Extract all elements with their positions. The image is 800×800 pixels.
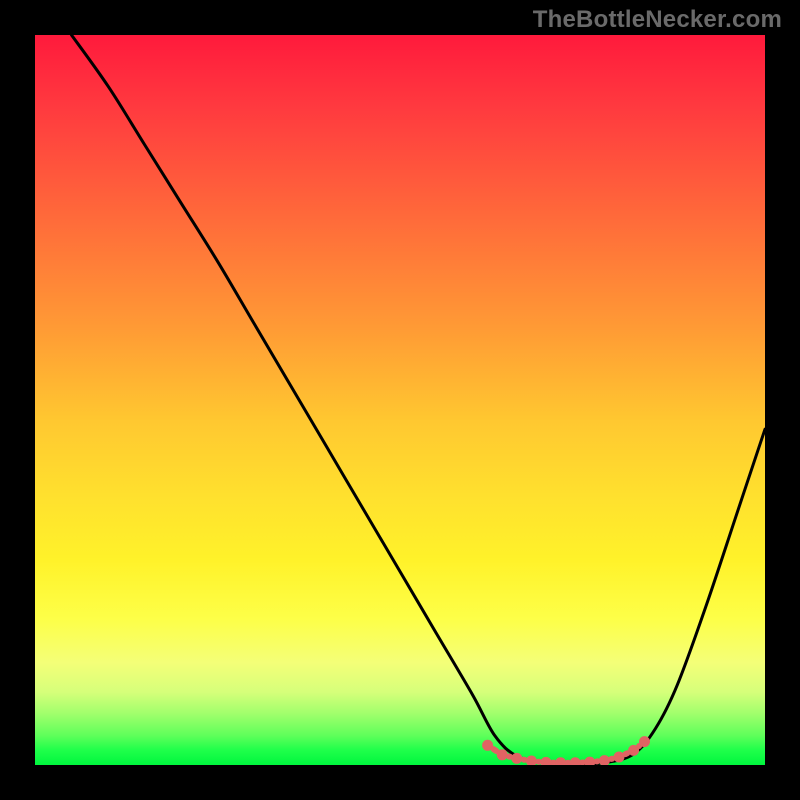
marker-dot — [599, 755, 610, 765]
marker-dot — [526, 756, 537, 766]
main-curve — [72, 35, 766, 764]
chart-frame: TheBottleNecker.com — [0, 0, 800, 800]
marker-dot — [555, 757, 566, 765]
marker-dot — [584, 757, 595, 765]
marker-dash — [494, 749, 497, 751]
watermark-text: TheBottleNecker.com — [533, 6, 782, 34]
curve-layer — [35, 35, 765, 765]
marker-dot — [541, 757, 552, 765]
marker-dot — [639, 736, 650, 747]
plot-area — [35, 35, 765, 765]
marker-dash — [625, 753, 627, 754]
marker-dot — [497, 749, 508, 760]
marker-dot — [570, 757, 581, 765]
marker-dot — [511, 753, 522, 764]
